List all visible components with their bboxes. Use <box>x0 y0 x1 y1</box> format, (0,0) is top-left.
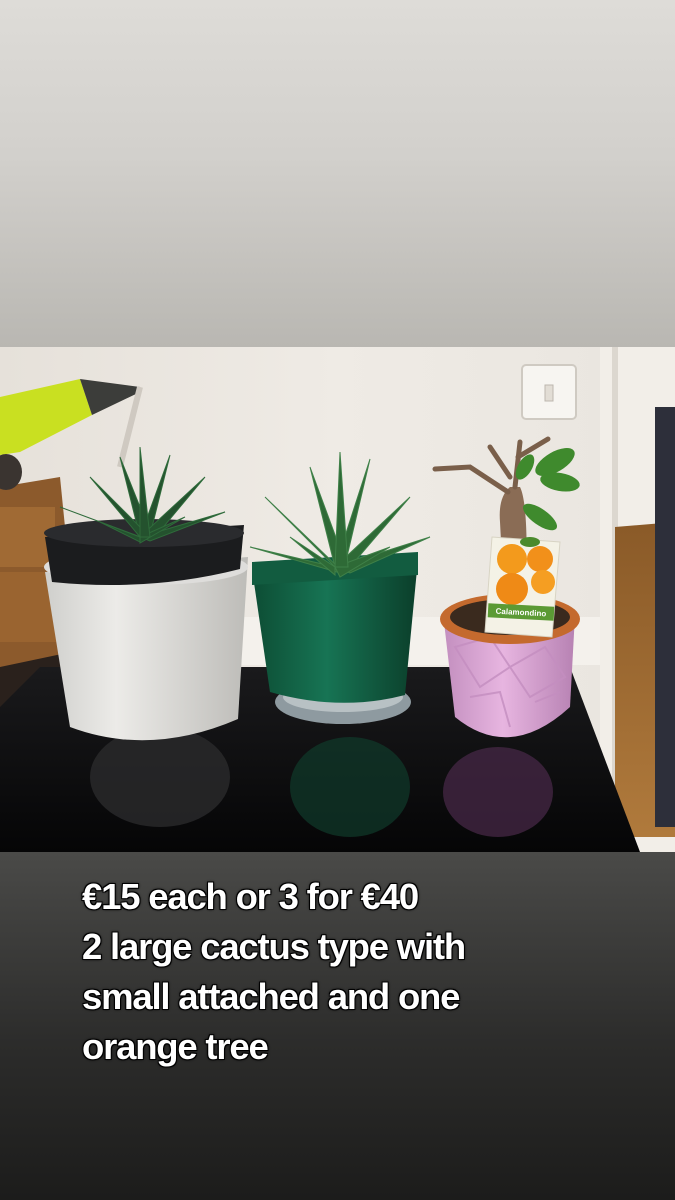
photo-illustration: Calamondino <box>0 347 675 852</box>
caption-line-description-1: 2 large cactus type with <box>82 926 466 967</box>
caption-line-description-2: small attached and one <box>82 976 460 1017</box>
top-background-fill <box>0 0 675 347</box>
story-caption: €15 each or 3 for €40 2 large cactus typ… <box>82 872 642 1072</box>
plant-tag: Calamondino <box>484 536 561 638</box>
caption-line-price: €15 each or 3 for €40 <box>82 876 419 917</box>
story-view: Calamondino €15 each or 3 for €40 2 larg… <box>0 0 675 1200</box>
story-photo: Calamondino <box>0 347 675 852</box>
caption-line-description-3: orange tree <box>82 1026 269 1067</box>
